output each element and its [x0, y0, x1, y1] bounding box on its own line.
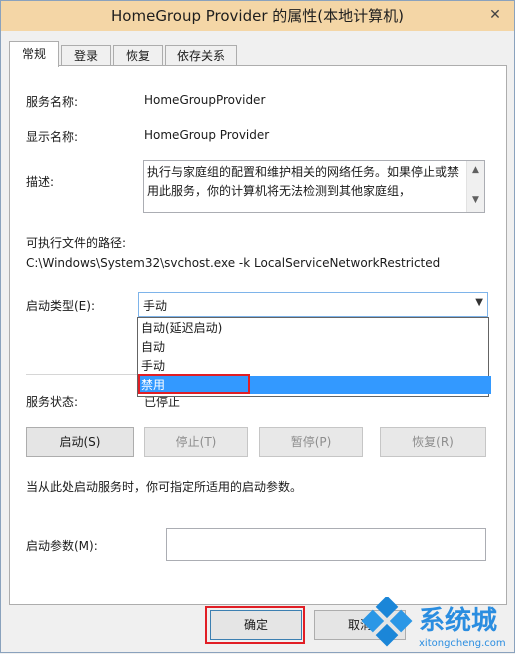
- description-box[interactable]: 执行与家庭组的配置和维护相关的网络任务。如果停止或禁用此服务，你的计算机将无法检…: [143, 160, 485, 213]
- service-status-label: 服务状态:: [26, 395, 79, 409]
- window-title: HomeGroup Provider 的属性(本地计算机): [111, 7, 404, 25]
- tab-general[interactable]: 常规: [9, 41, 59, 67]
- description-text: 执行与家庭组的配置和维护相关的网络任务。如果停止或禁用此服务，你的计算机将无法检…: [147, 165, 460, 198]
- tab-dependencies[interactable]: 依存关系: [165, 45, 237, 66]
- description-scrollbar[interactable]: ▲ ▼: [466, 161, 484, 212]
- exe-path-value: C:\Windows\System32\svchost.exe -k Local…: [26, 256, 441, 270]
- xitongcheng-logo-icon: 系统城 xitongcheng.com: [361, 595, 506, 649]
- disabled-option-highlight: [138, 374, 250, 394]
- start-params-input[interactable]: [166, 528, 486, 561]
- properties-dialog: HomeGroup Provider 的属性(本地计算机) ✕ 常规 登录 恢复…: [0, 0, 515, 653]
- service-name-value: HomeGroupProvider: [144, 93, 266, 107]
- display-name-value: HomeGroup Provider: [144, 128, 270, 142]
- exe-path-label: 可执行文件的路径:: [26, 236, 127, 250]
- pause-button[interactable]: 暂停(P): [259, 427, 363, 457]
- general-panel: 服务名称: HomeGroupProvider 显示名称: HomeGroup …: [9, 65, 507, 605]
- display-name-label: 显示名称:: [26, 130, 79, 144]
- startup-type-label: 启动类型(E):: [26, 299, 95, 313]
- option-auto[interactable]: 自动: [138, 338, 491, 356]
- start-params-label: 启动参数(M):: [26, 539, 98, 553]
- watermark-brand: 系统城: [419, 605, 497, 636]
- chevron-down-icon[interactable]: ▼: [475, 297, 483, 308]
- start-params-hint: 当从此处启动服务时，你可指定所适用的启动参数。: [26, 480, 303, 494]
- resume-button[interactable]: 恢复(R): [380, 427, 486, 457]
- title-bar[interactable]: HomeGroup Provider 的属性(本地计算机) ✕: [1, 1, 514, 31]
- watermark-site: xitongcheng.com: [419, 638, 506, 649]
- option-auto-delayed[interactable]: 自动(延迟启动): [138, 319, 491, 337]
- tab-recovery[interactable]: 恢复: [113, 45, 163, 66]
- option-manual[interactable]: 手动: [138, 357, 491, 375]
- scroll-down-icon[interactable]: ▼: [467, 195, 484, 205]
- description-label: 描述:: [26, 175, 55, 189]
- close-icon[interactable]: ✕: [482, 3, 508, 27]
- startup-type-value: 手动: [143, 299, 168, 313]
- stop-button[interactable]: 停止(T): [144, 427, 248, 457]
- tab-logon[interactable]: 登录: [61, 45, 111, 66]
- startup-type-select[interactable]: 手动 ▼: [138, 292, 488, 317]
- start-button[interactable]: 启动(S): [26, 427, 134, 457]
- service-name-label: 服务名称:: [26, 95, 79, 109]
- ok-button-highlight: [205, 606, 305, 644]
- scroll-up-icon[interactable]: ▲: [467, 165, 484, 175]
- watermark-logo: 系统城 xitongcheng.com: [361, 595, 511, 651]
